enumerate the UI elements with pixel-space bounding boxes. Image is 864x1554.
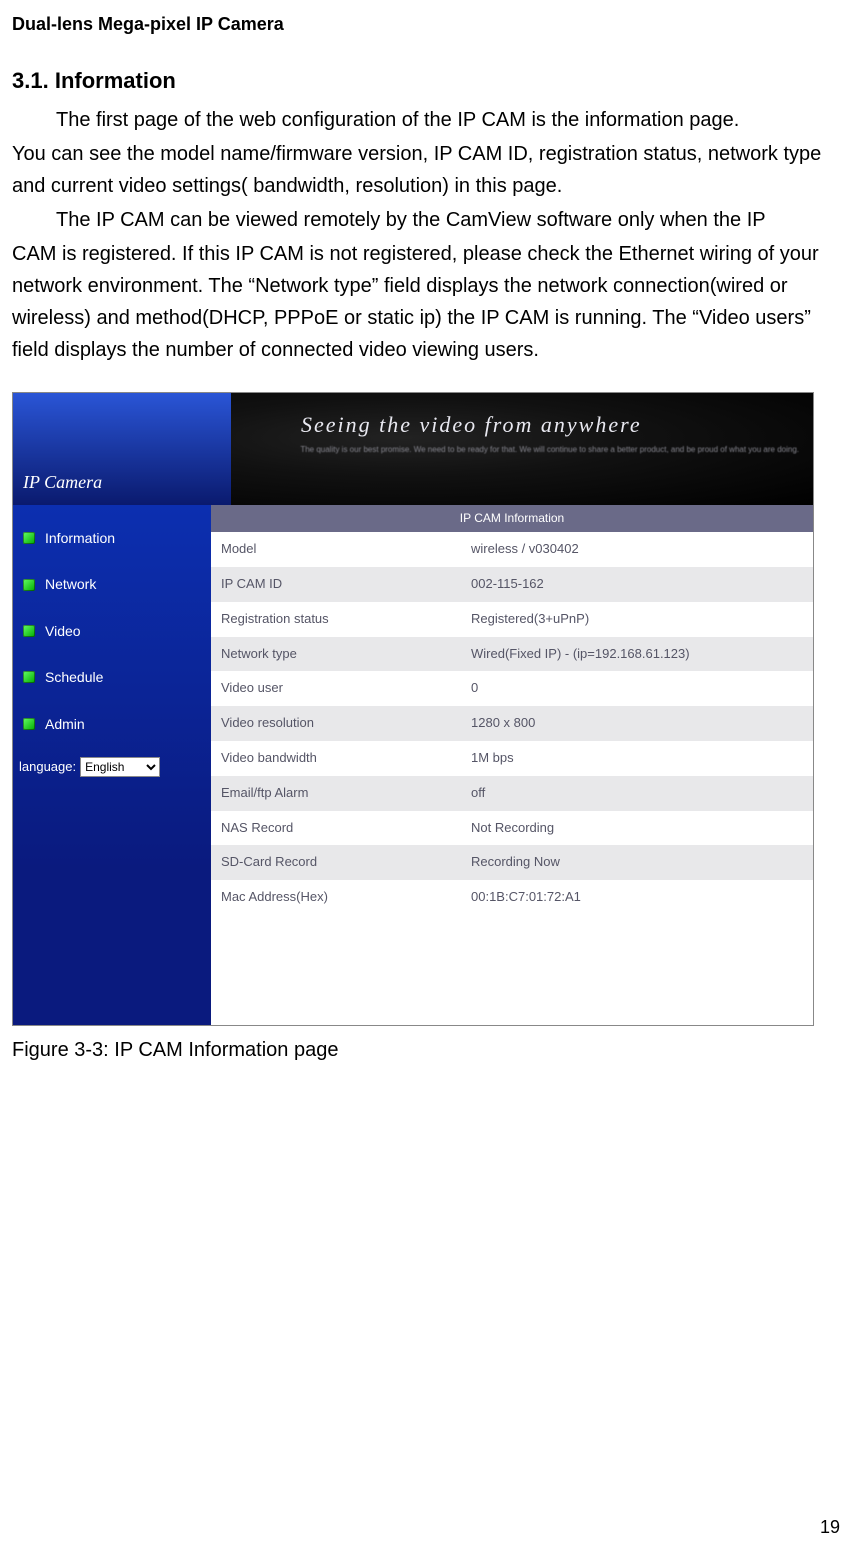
section-number: 3.1. xyxy=(12,68,49,93)
bullet-icon xyxy=(23,532,35,544)
bullet-icon xyxy=(23,671,35,683)
paragraph-2-first-line: The IP CAM can be viewed remotely by the… xyxy=(12,204,852,236)
sidebar-item-video[interactable]: Video xyxy=(13,608,211,654)
language-row: language: English xyxy=(13,747,211,792)
row-value: Recording Now xyxy=(461,845,813,880)
row-value: Wired(Fixed IP) - (ip=192.168.61.123) xyxy=(461,637,813,672)
row-label: Network type xyxy=(211,637,461,672)
row-value: Registered(3+uPnP) xyxy=(461,602,813,637)
sidebar-item-label: Video xyxy=(45,620,81,642)
figure-screenshot: IP Camera Seeing the video from anywhere… xyxy=(12,392,814,1026)
row-label: Model xyxy=(211,532,461,567)
language-select[interactable]: English xyxy=(80,757,160,777)
row-value: 002-115-162 xyxy=(461,567,813,602)
banner-blurb: The quality is our best promise. We need… xyxy=(300,445,799,455)
sidebar-item-admin[interactable]: Admin xyxy=(13,701,211,747)
row-value: 0 xyxy=(461,671,813,706)
sidebar-item-information[interactable]: Information xyxy=(13,515,211,561)
row-value: Not Recording xyxy=(461,811,813,846)
table-row: Registration statusRegistered(3+uPnP) xyxy=(211,602,813,637)
row-label: Mac Address(Hex) xyxy=(211,880,461,915)
table-row: Video user0 xyxy=(211,671,813,706)
row-label: Video user xyxy=(211,671,461,706)
table-row: Email/ftp Alarmoff xyxy=(211,776,813,811)
sidebar-item-schedule[interactable]: Schedule xyxy=(13,654,211,700)
section-title-text: Information xyxy=(55,68,176,93)
sidebar-item-label: Schedule xyxy=(45,666,103,688)
sidebar-item-network[interactable]: Network xyxy=(13,561,211,607)
row-value: 00:1B:C7:01:72:A1 xyxy=(461,880,813,915)
sidebar: Information Network Video Schedule Admin… xyxy=(13,505,211,1025)
row-value: off xyxy=(461,776,813,811)
table-row: SD-Card RecordRecording Now xyxy=(211,845,813,880)
row-label: Video resolution xyxy=(211,706,461,741)
banner: IP Camera Seeing the video from anywhere… xyxy=(13,393,813,505)
banner-right: Seeing the video from anywhere The quali… xyxy=(231,393,813,505)
banner-tagline: Seeing the video from anywhere xyxy=(301,407,642,442)
language-label: language: xyxy=(19,757,76,778)
row-label: Video bandwidth xyxy=(211,741,461,776)
sidebar-item-label: Information xyxy=(45,527,115,549)
config-body: Information Network Video Schedule Admin… xyxy=(13,505,813,1025)
bullet-icon xyxy=(23,579,35,591)
table-row: NAS RecordNot Recording xyxy=(211,811,813,846)
table-row: Network typeWired(Fixed IP) - (ip=192.16… xyxy=(211,637,813,672)
section-heading: 3.1. Information xyxy=(12,63,852,98)
document-header: Dual-lens Mega-pixel IP Camera xyxy=(12,10,852,39)
product-logo: IP Camera xyxy=(23,468,102,497)
info-table: Modelwireless / v030402 IP CAM ID002-115… xyxy=(211,532,813,915)
page-number: 19 xyxy=(820,1513,840,1542)
figure-caption: Figure 3-3: IP CAM Information page xyxy=(12,1034,852,1066)
row-value: 1280 x 800 xyxy=(461,706,813,741)
sidebar-item-label: Network xyxy=(45,573,96,595)
table-row: IP CAM ID002-115-162 xyxy=(211,567,813,602)
paragraph-1-first-line: The first page of the web configuration … xyxy=(12,104,852,136)
table-row: Video resolution1280 x 800 xyxy=(211,706,813,741)
content-panel: IP CAM Information Modelwireless / v0304… xyxy=(211,505,813,1025)
table-row: Video bandwidth1M bps xyxy=(211,741,813,776)
row-label: Email/ftp Alarm xyxy=(211,776,461,811)
table-row: Mac Address(Hex)00:1B:C7:01:72:A1 xyxy=(211,880,813,915)
paragraph-1-rest: You can see the model name/firmware vers… xyxy=(12,138,852,202)
row-label: NAS Record xyxy=(211,811,461,846)
row-value: wireless / v030402 xyxy=(461,532,813,567)
bullet-icon xyxy=(23,625,35,637)
row-label: SD-Card Record xyxy=(211,845,461,880)
panel-title: IP CAM Information xyxy=(211,505,813,532)
sidebar-item-label: Admin xyxy=(45,713,85,735)
table-row: Modelwireless / v030402 xyxy=(211,532,813,567)
row-value: 1M bps xyxy=(461,741,813,776)
bullet-icon xyxy=(23,718,35,730)
row-label: Registration status xyxy=(211,602,461,637)
paragraph-2-rest: CAM is registered. If this IP CAM is not… xyxy=(12,238,852,366)
row-label: IP CAM ID xyxy=(211,567,461,602)
banner-left: IP Camera xyxy=(13,393,231,505)
